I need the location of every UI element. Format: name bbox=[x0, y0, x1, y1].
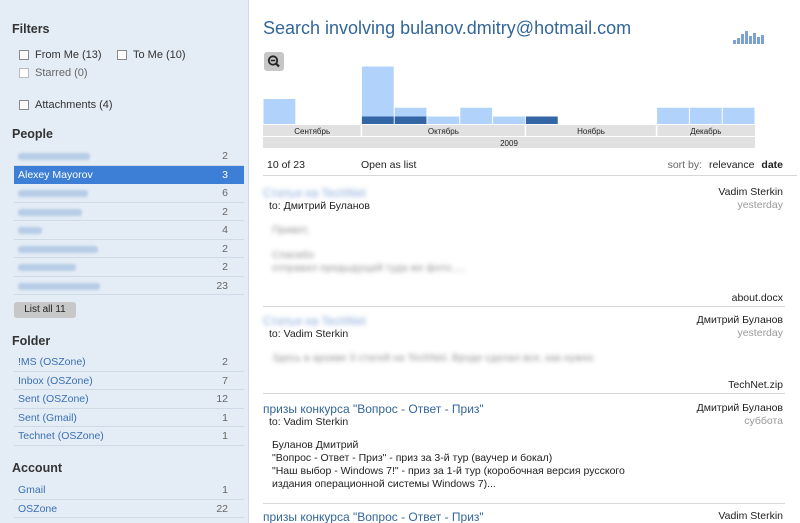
person-item[interactable]: 2 bbox=[14, 147, 244, 166]
month-label: Ноябрь bbox=[577, 127, 605, 136]
sort-controls: sort by: relevance date bbox=[668, 159, 783, 171]
folder-item[interactable]: !MS (OSZone) 2 bbox=[14, 353, 244, 372]
folder-item[interactable]: Sent (Gmail) 1 bbox=[14, 409, 244, 427]
list-all-button[interactable]: List all 11 bbox=[14, 302, 76, 318]
timeline-bar bbox=[263, 99, 296, 124]
timeline-bar-highlight bbox=[361, 116, 394, 124]
message-body-blurred: Привет, bbox=[272, 224, 309, 236]
account-item[interactable]: Gmail 1 bbox=[14, 481, 244, 500]
message-to: to: Vadim Sterkin bbox=[269, 328, 349, 340]
message-attachment[interactable]: about.docx bbox=[732, 292, 783, 304]
timeline-bar bbox=[493, 116, 525, 124]
message-item[interactable]: Статья на TechNet Vadim Sterkin yesterda… bbox=[263, 186, 785, 307]
person-item[interactable]: 23 bbox=[14, 277, 244, 295]
message-body-blurred: отправил предыдущий туда же фото..... bbox=[272, 262, 466, 274]
blurred-name bbox=[18, 245, 98, 253]
filters-title: Filters bbox=[12, 22, 50, 36]
account-item[interactable]: OSZone 22 bbox=[14, 500, 244, 518]
message-date: yesterday bbox=[737, 327, 783, 339]
timeline-bar bbox=[657, 107, 689, 124]
month-axis bbox=[263, 125, 755, 136]
timeline-bar bbox=[460, 107, 493, 124]
sort-label: sort by: bbox=[667, 159, 703, 171]
filter-from-me[interactable]: From Me (13) bbox=[19, 49, 102, 61]
message-body-line: "Вопрос - Ответ - Приз" - приз за 3-й ту… bbox=[272, 452, 553, 464]
message-subject[interactable]: Статья на TechNet bbox=[263, 314, 366, 328]
month-label: Декабрь bbox=[690, 127, 721, 136]
checkbox[interactable] bbox=[19, 50, 29, 60]
message-attachment[interactable]: TechNet.zip bbox=[728, 379, 783, 391]
account-list: Gmail 1 OSZone 22 bbox=[14, 481, 244, 518]
sort-date-link[interactable]: date bbox=[761, 159, 783, 171]
message-body-line: издания операционной системы Windows 7).… bbox=[272, 478, 496, 490]
person-item-selected[interactable]: Alexey Mayorov 3 bbox=[14, 165, 244, 184]
page-title: Search involving bulanov.dmitry@hotmail.… bbox=[263, 18, 632, 38]
checkbox[interactable] bbox=[19, 68, 29, 78]
people-title: People bbox=[12, 127, 53, 141]
message-date: суббота bbox=[744, 415, 783, 427]
message-from: Дмитрий Буланов bbox=[696, 402, 783, 414]
message-date: yesterday bbox=[737, 199, 783, 211]
folder-title: Folder bbox=[12, 334, 51, 348]
timeline-bar bbox=[722, 107, 755, 124]
timeline-bar bbox=[361, 66, 394, 124]
message-item[interactable]: Статья на TechNet Дмитрий Буланов yester… bbox=[263, 314, 785, 394]
message-subject[interactable]: призы конкурса "Вопрос - Ответ - Приз" bbox=[263, 402, 484, 416]
folder-item[interactable]: Inbox (OSZone) 7 bbox=[14, 372, 244, 390]
blurred-name bbox=[18, 282, 100, 290]
timeline-chart: Сентябрь Октябрь Ноябрь Декабрь 2009 bbox=[263, 66, 755, 148]
sidebar: Filters From Me (13) To Me (10) Starred (0)… bbox=[0, 0, 249, 523]
message-body-line: "Наш выбор - Windows 7!" - приз за 1-й т… bbox=[272, 465, 625, 477]
message-to: to: Дмитрий Буланов bbox=[269, 200, 370, 212]
month-label: Октябрь bbox=[428, 127, 459, 136]
message-from: Vadim Sterkin bbox=[718, 186, 783, 198]
timeline-bar-highlight bbox=[394, 116, 427, 124]
filter-to-me[interactable]: To Me (10) bbox=[117, 49, 186, 61]
message-body-blurred: Спасибо bbox=[272, 249, 315, 261]
person-item[interactable]: 2 bbox=[14, 240, 244, 258]
blurred-name bbox=[18, 227, 42, 234]
checkbox[interactable] bbox=[19, 100, 29, 110]
blurred-name bbox=[18, 264, 76, 271]
result-count: 10 of 23 bbox=[267, 159, 305, 171]
blurred-name bbox=[18, 208, 82, 216]
message-subject[interactable]: Статья на TechNet bbox=[263, 186, 366, 200]
results-toolbar: 10 of 23 Open as list sort by: relevance… bbox=[263, 157, 797, 176]
bar-chart-icon[interactable] bbox=[733, 30, 767, 44]
person-item[interactable]: 2 bbox=[14, 203, 244, 221]
folder-item[interactable]: Technet (OSZone) 1 bbox=[14, 427, 244, 446]
message-body-blurred: Здесь в архиве 3 статей на TechNet. Врод… bbox=[272, 352, 594, 364]
timeline-bar bbox=[689, 107, 722, 124]
message-from: Vadim Sterkin bbox=[718, 510, 783, 522]
person-item[interactable]: 2 bbox=[14, 258, 244, 277]
message-from: Дмитрий Буланов bbox=[696, 314, 783, 326]
message-body-line: Буланов Дмитрий bbox=[272, 439, 359, 451]
message-subject[interactable]: призы конкурса "Вопрос - Ответ - Приз" bbox=[263, 510, 484, 523]
filter-starred[interactable]: Starred (0) bbox=[19, 67, 88, 79]
person-item[interactable]: 4 bbox=[14, 221, 244, 240]
filter-attachments[interactable]: Attachments (4) bbox=[19, 99, 113, 111]
open-as-list-link[interactable]: Open as list bbox=[361, 159, 416, 171]
message-item[interactable]: призы конкурса "Вопрос - Ответ - Приз" V… bbox=[263, 510, 785, 523]
folder-item[interactable]: Sent (OSZone) 12 bbox=[14, 390, 244, 409]
folder-list: !MS (OSZone) 2 Inbox (OSZone) 7 Sent (OSZo… bbox=[14, 353, 244, 446]
checkbox[interactable] bbox=[117, 50, 127, 60]
account-title: Account bbox=[12, 461, 62, 475]
main-panel: Search involving bulanov.dmitry@hotmail.… bbox=[249, 0, 800, 523]
message-item[interactable]: призы конкурса "Вопрос - Ответ - Приз" Д… bbox=[263, 402, 785, 504]
year-label: 2009 bbox=[500, 139, 518, 148]
blurred-name bbox=[18, 190, 88, 197]
timeline-bar-highlight bbox=[525, 116, 558, 124]
divider bbox=[263, 175, 797, 176]
month-label: Сентябрь bbox=[294, 127, 330, 136]
people-list: 2 Alexey Mayorov 3 6 2 4 2 2 23 bbox=[14, 147, 244, 295]
blurred-name bbox=[18, 153, 90, 160]
sort-relevance-link[interactable]: relevance bbox=[709, 159, 755, 171]
person-item[interactable]: 6 bbox=[14, 184, 244, 203]
message-to: to: Vadim Sterkin bbox=[269, 416, 349, 428]
timeline-bar bbox=[427, 116, 460, 124]
